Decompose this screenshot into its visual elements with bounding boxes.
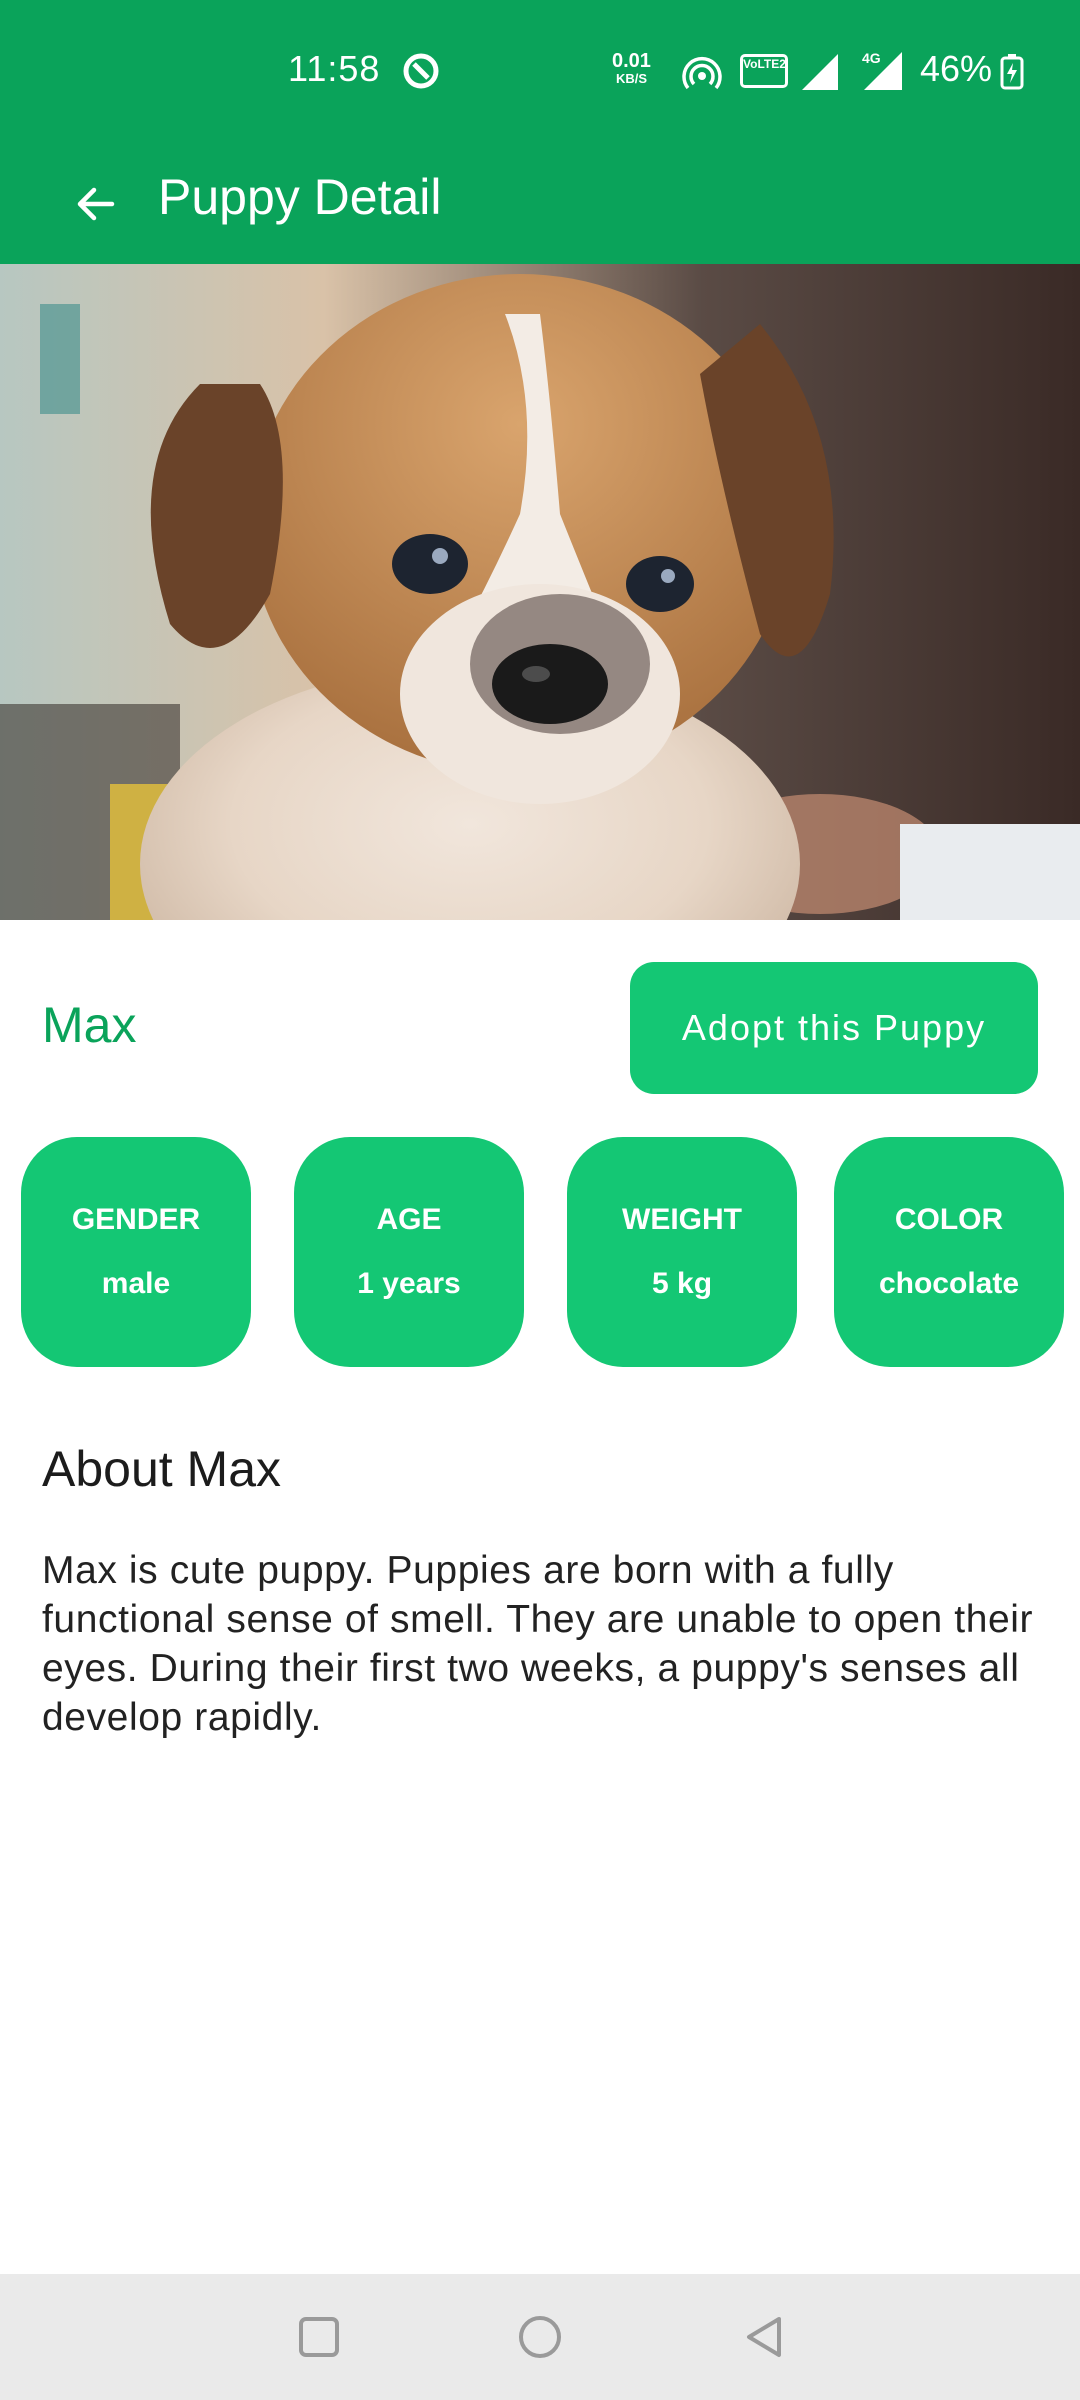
stat-label: AGE [376, 1203, 442, 1236]
stat-card-color: COLOR chocolate [834, 1137, 1064, 1367]
status-time: 11:58 [288, 48, 381, 89]
page-title: Puppy Detail [158, 169, 442, 225]
stat-value: chocolate [878, 1267, 1020, 1300]
system-back-button[interactable] [728, 2302, 798, 2372]
circle-icon [519, 2316, 561, 2358]
about-title: About Max [42, 1441, 282, 1497]
stat-card-age: AGE 1 years [294, 1137, 524, 1367]
network-speed: 0.01 KB/S [612, 50, 651, 88]
back-button[interactable] [60, 168, 132, 240]
volte-icon: VoLTE2 [740, 54, 788, 88]
status-bar: 11:58 0.01 KB/S VoLTE2 4G 46% [0, 0, 1080, 140]
stat-card-weight: WEIGHT 5 kg [567, 1137, 797, 1367]
app-bar: Puppy Detail [0, 140, 1080, 264]
puppy-name: Max [42, 997, 137, 1053]
stat-card-gender: GENDER male [21, 1137, 251, 1367]
stat-label: WEIGHT [622, 1203, 742, 1236]
square-icon [299, 2317, 339, 2357]
signal-icon [802, 54, 838, 90]
stat-value: male [101, 1267, 171, 1300]
stat-value: 1 years [357, 1267, 461, 1300]
stat-label: GENDER [71, 1203, 201, 1236]
battery-percent: 46% [920, 48, 993, 89]
system-nav-bar [0, 2274, 1080, 2400]
notification-app-icon [403, 53, 439, 89]
home-button[interactable] [505, 2302, 575, 2372]
arrow-left-icon [77, 187, 115, 221]
stat-value: 5 kg [651, 1267, 713, 1300]
battery-charging-icon [1000, 54, 1024, 90]
triangle-back-icon [747, 2317, 781, 2357]
network-speed-unit: KB/S [615, 71, 647, 86]
stat-label: COLOR [894, 1203, 1004, 1236]
network-speed-value: 0.01 [612, 50, 651, 72]
network-type: 4G [862, 50, 881, 66]
recents-button[interactable] [284, 2302, 354, 2372]
adopt-button[interactable]: Adopt this Puppy [630, 962, 1038, 1094]
hotspot-icon [682, 57, 722, 90]
about-description: Max is cute puppy. Puppies are born with… [42, 1549, 1034, 1739]
puppy-photo [0, 264, 1080, 920]
